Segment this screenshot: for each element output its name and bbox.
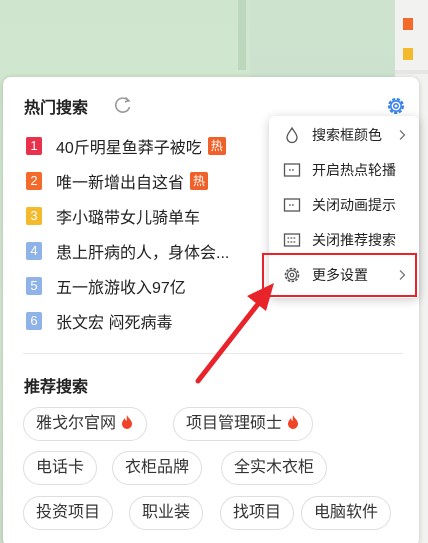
hot-item[interactable]: 3 李小璐带女儿骑单车 [26,205,200,227]
recommend-chip[interactable]: 电话卡 [23,451,98,485]
hot-item[interactable]: 1 40斤明星鱼莽子被吃 热 [26,135,226,157]
refresh-icon[interactable] [113,95,133,115]
droplet-icon [286,126,298,144]
hot-item-text: 张文宏 闷死病毒 [56,315,173,332]
menu-item-more-settings[interactable]: 更多设置 [269,258,419,292]
section-divider [23,353,403,354]
carousel-icon [283,163,301,177]
recommend-chip[interactable]: 衣柜品牌 [112,451,203,485]
rank-badge: 5 [26,277,42,295]
hot-item[interactable]: 5 五一旅游收入97亿 [26,275,186,297]
hot-item[interactable]: 4 患上肝病的人，身体会... [26,240,229,262]
menu-item-animation-tip[interactable]: 关闭动画提示 [269,188,419,222]
fire-icon [122,415,133,429]
menu-item-label: 关闭动画提示 [312,197,396,213]
hot-item-text: 李小璐带女儿骑单车 [56,210,201,227]
hot-item-text: 唯一新增出自这省 [56,175,185,192]
recommend-chip[interactable]: 职业装 [129,496,204,530]
rank-badge: 4 [26,242,42,260]
recommend-chip[interactable]: 找项目 [220,496,295,530]
menu-item-label: 开启热点轮播 [312,162,396,178]
recommend-chip[interactable]: 雅戈尔官网 [23,407,148,441]
settings-gear-icon[interactable] [385,95,407,117]
rank-badge: 3 [26,207,42,225]
menu-item-hot-carousel[interactable]: 开启热点轮播 [269,153,419,187]
chip-label: 电话卡 [36,459,85,476]
hot-search-title: 热门搜索 [24,100,89,117]
hot-tag: 热 [207,137,226,155]
fire-icon [288,415,299,429]
animation-icon [283,198,301,212]
gear-icon [284,267,300,283]
chip-label: 衣柜品牌 [125,459,190,476]
rank-badge: 2 [26,172,42,190]
menu-item-search-box-color[interactable]: 搜索框颜色 [269,118,419,152]
menu-item-recommend-search[interactable]: 关闭推荐搜索 [269,223,419,257]
menu-item-label: 关闭推荐搜索 [312,232,396,248]
recommend-chip[interactable]: 全实木衣柜 [221,451,328,485]
background-divider [395,70,428,74]
list-icon [283,233,301,247]
hot-tag: 热 [190,172,209,190]
rank-badge: 1 [26,137,42,155]
recommend-chip[interactable]: 项目管理硕士 [173,407,314,441]
hot-item[interactable]: 6 张文宏 闷死病毒 [26,310,172,332]
chip-label: 全实木衣柜 [234,459,315,476]
menu-item-label: 更多设置 [312,267,368,283]
chip-label: 项目管理硕士 [186,415,283,432]
hot-item[interactable]: 2 唯一新增出自这省 热 [26,170,209,192]
rank-badge: 6 [26,312,42,330]
chip-label: 投资项目 [36,504,101,521]
recommend-chip[interactable]: 投资项目 [23,496,114,530]
chip-label: 电脑软件 [314,504,379,521]
chevron-right-icon [399,130,406,140]
settings-menu: 搜索框颜色 开启热点轮播 关闭动画提示 关闭推荐搜索 更多设置 [269,116,419,298]
hot-item-text: 40斤明星鱼莽子被吃 [56,140,202,157]
recommend-chip[interactable]: 电脑软件 [301,496,392,530]
menu-item-label: 搜索框颜色 [312,127,382,143]
hot-item-text: 五一旅游收入97亿 [56,280,186,297]
background-badge [403,48,413,60]
chip-label: 找项目 [233,504,282,521]
background-badge [403,18,413,30]
chip-label: 雅戈尔官网 [36,415,117,432]
hot-item-text: 患上肝病的人，身体会... [56,245,230,262]
recommend-search-title: 推荐搜索 [24,379,89,396]
chip-label: 职业装 [142,504,191,521]
background-strip [238,0,246,70]
chevron-right-icon [399,270,406,280]
